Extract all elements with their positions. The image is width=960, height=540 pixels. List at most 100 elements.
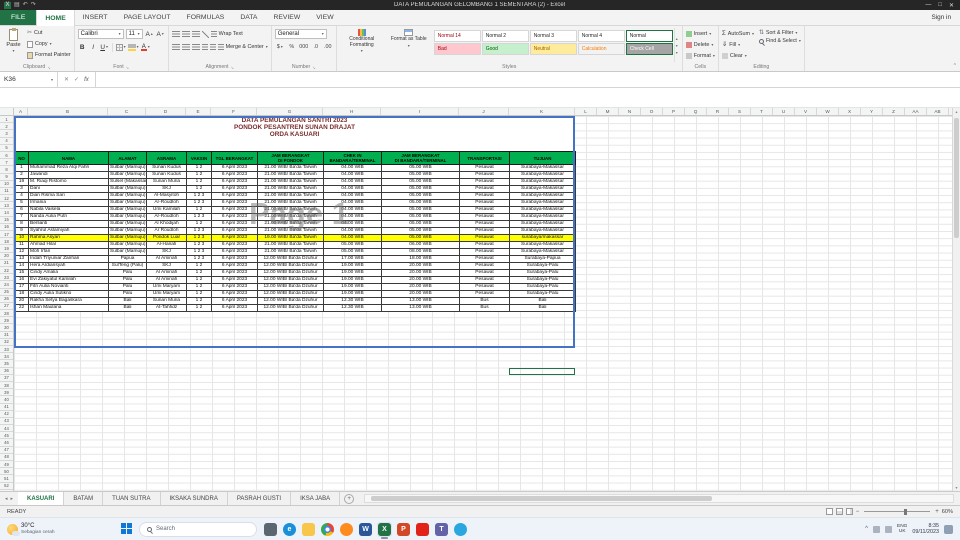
table-cell[interactable]: Pesawat [459,171,510,180]
row-header-15[interactable]: 15 [0,217,13,224]
row-header-32[interactable]: 32 [0,339,13,346]
table-cell[interactable]: Pesawat [459,185,510,194]
row-header-43[interactable]: 43 [0,418,13,426]
table-cell[interactable]: Al Khodijah [146,220,187,229]
table-cell[interactable]: Surabaya-Palu [509,262,576,271]
table-cell[interactable]: Papua [108,255,147,264]
table-row[interactable]: 22 Ishan Maulana Bali At-Tahfidz 1 26 April … [14,304,576,313]
table-cell[interactable]: Sulsel (Makassar) [108,178,147,187]
next-sheet-icon[interactable]: ▸ [11,496,14,502]
row-header-46[interactable]: 46 [0,439,13,447]
table-cell[interactable]: 05.00 WIB [381,192,460,201]
table-cell[interactable]: 18 [14,290,29,299]
row-header-13[interactable]: 13 [0,202,13,210]
close-button[interactable]: ✕ [949,2,954,9]
column-header-B[interactable]: B [28,108,108,115]
cell-style-normal-2[interactable]: Normal 2 [481,30,529,42]
table-cell[interactable]: Nabila Vaisela [28,206,109,215]
table-cell[interactable]: Al-Hanafi [146,241,187,250]
column-header-Z[interactable]: Z [883,108,905,115]
row-header-42[interactable]: 42 [0,411,13,418]
table-cell[interactable]: 12.00 WIB/ Ba'da Dzuhur [257,269,324,278]
table-cell[interactable]: 18.00 WIB [381,255,460,264]
wrap-text-button[interactable]: Wrap Text [210,31,243,37]
table-cell[interactable]: 6 April 2023 [211,290,258,299]
row-header-31[interactable]: 31 [0,332,13,339]
merge-center-button[interactable]: Merge & Center ▾ [217,44,268,50]
table-cell[interactable]: Surabaya-Makassar [509,199,576,208]
shrink-font-button[interactable]: A ▾ [156,29,165,39]
row-header-49[interactable]: 49 [0,461,13,469]
table-cell[interactable]: Surabaya-Papua [509,255,576,264]
taskbar-excel-button[interactable]: X [377,521,392,539]
table-cell[interactable]: 1 2 [186,178,212,187]
table-cell[interactable]: Pesawat [459,262,510,271]
table-cell[interactable]: Surabaya-Palu [509,290,576,299]
table-cell[interactable]: 21.00 WIB/ Ba'da Tarwih [257,199,324,208]
table-cell[interactable]: 6 April 2023 [211,304,258,313]
table-cell[interactable]: Palu [108,269,147,278]
table-cell[interactable]: Bali [108,297,147,306]
row-header-21[interactable]: 21 [0,260,13,267]
table-cell[interactable]: 20.00 WIB [381,276,460,285]
table-cell[interactable]: Rakha Setya Bagaskara [28,297,109,306]
table-cell[interactable]: Dian Risma Sari [28,192,109,201]
table-cell[interactable]: 19.00 WIB [323,276,382,285]
row-header-50[interactable]: 50 [0,468,13,476]
table-cell[interactable]: 05.00 WIB [323,248,382,257]
row-header-41[interactable]: 41 [0,404,13,411]
table-cell[interactable]: Nanda Aulia Putri [28,213,109,222]
table-cell[interactable]: Pesawat [459,227,510,236]
increase-decimal-button[interactable]: .0 [311,43,321,52]
table-cell[interactable]: 12.30 WIB [323,304,382,313]
table-cell[interactable]: Sulbar (Mamuju) [108,199,147,208]
table-cell[interactable]: Bus [459,304,510,313]
table-cell[interactable]: 1 2 [186,297,212,306]
row-header-7[interactable]: 7 [0,159,13,167]
table-cell[interactable]: M. Riaqi Ristomo [28,178,109,187]
row-header-5[interactable]: 5 [0,145,13,152]
autosum-button[interactable]: Σ AutoSum ▾ [722,30,754,39]
table-cell[interactable]: 05.00 WIB [323,241,382,250]
row-header-30[interactable]: 30 [0,324,13,332]
table-cell[interactable]: Al Aminah [146,255,187,264]
table-cell[interactable]: 1 2 [186,262,212,271]
cell-grid[interactable]: DATA PEMULANGAN SANTRI 2023 PONDOK PESAN… [14,116,952,491]
align-center-icon[interactable] [181,44,190,50]
table-cell[interactable]: Surabaya-Palu [509,269,576,278]
table-cell[interactable]: 6 April 2023 [211,199,258,208]
dialog-launcher-icon[interactable]: ↘ [47,65,50,70]
row-header-52[interactable]: 52 [0,483,13,490]
underline-button[interactable]: U ▾ [100,42,109,52]
align-right-icon[interactable] [191,44,200,50]
table-row[interactable]: 16 Evi Zakiyatul Kamilah Palu Al Aminah 1 26… [14,276,576,285]
table-row[interactable]: 8 Berlianti Sulbar (Mamuju) Al Khodijah 1 26… [14,220,576,229]
cell-style-normal-3[interactable]: Normal 3 [529,30,577,42]
table-cell[interactable]: 19 [14,178,29,187]
format-as-table-button[interactable]: Format as Table ▾ [387,28,431,62]
row-header-28[interactable]: 28 [0,310,13,318]
table-cell[interactable]: Umi Maryam [146,283,187,292]
horizontal-scrollbar[interactable] [364,494,954,503]
table-cell[interactable]: SKJ [146,248,187,257]
row-header-38[interactable]: 38 [0,382,13,390]
table-cell[interactable]: 04.00 WIB [323,213,382,222]
row-header-26[interactable]: 26 [0,296,13,303]
table-cell[interactable]: 1 2 3 [186,248,212,257]
table-cell[interactable]: 22 [14,304,29,313]
table-cell[interactable]: Syahrul Aslamiyah [28,227,109,236]
table-cell[interactable]: 12.00 WIB/ Ba'da Dzuhur [257,276,324,285]
table-cell[interactable]: 6 April 2023 [211,213,258,222]
column-header-AA[interactable]: AA [905,108,927,115]
select-all-corner[interactable] [0,108,14,116]
row-header-6[interactable]: 6 [0,152,13,160]
ribbon-tab-page-layout[interactable]: PAGE LAYOUT [116,10,179,25]
zoom-in-button[interactable]: + [935,509,939,515]
table-cell[interactable]: 05.00 WIB [381,213,460,222]
table-cell[interactable]: Cindy Amalia [28,269,109,278]
formula-input[interactable] [95,72,960,87]
bottom-align-icon[interactable] [191,31,200,37]
row-header-22[interactable]: 22 [0,267,13,275]
table-cell[interactable]: Al-Masyitoh [146,192,187,201]
row-header-19[interactable]: 19 [0,245,13,253]
